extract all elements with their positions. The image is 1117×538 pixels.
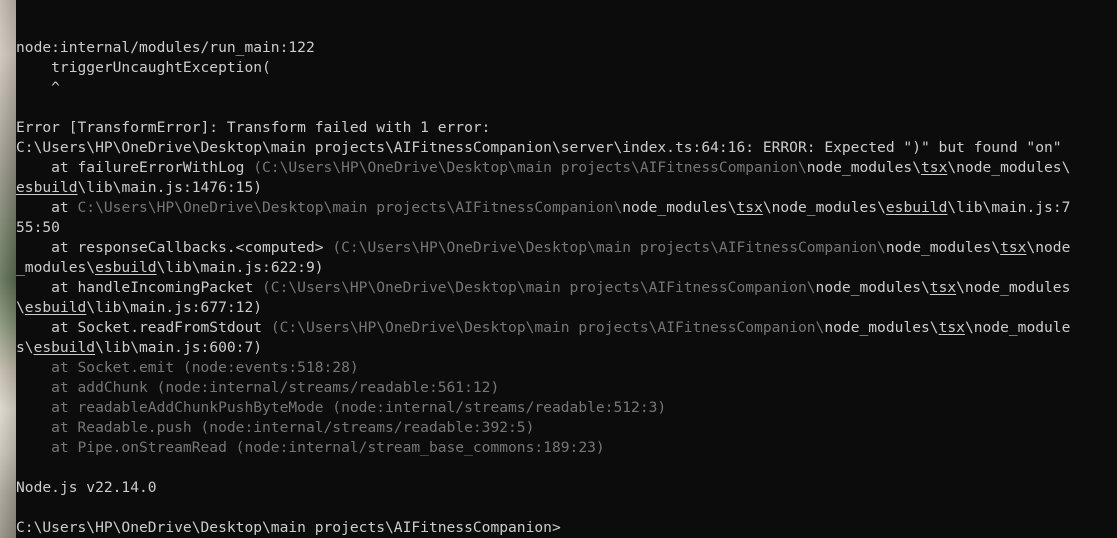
terminal-text: at failureErrorWithLog <box>16 159 254 176</box>
terminal-text: at addChunk (node:internal/streams/reada… <box>16 379 500 396</box>
terminal-line: ^ <box>16 78 1117 98</box>
path-link[interactable]: esbuild <box>886 199 948 216</box>
terminal-text: node_modules\ <box>885 239 1001 256</box>
terminal-line: _modules\esbuild\lib\main.js:622:9) <box>16 258 1117 278</box>
desktop-wallpaper <box>0 0 16 538</box>
terminal-text: \node_modules <box>956 279 1071 296</box>
terminal-text: \lib\main.js:600:7) <box>95 339 263 356</box>
terminal-line: esbuild\lib\main.js:1476:15) <box>16 178 1117 198</box>
terminal-line: node:internal/modules/run_main:122 <box>16 38 1117 58</box>
terminal-text: at responseCallbacks.<computed> <box>16 239 333 256</box>
terminal-line: at readableAddChunkPushByteMode (node:in… <box>16 398 1117 418</box>
terminal-text: node_modules\ <box>806 159 921 176</box>
terminal-line: at Pipe.onStreamRead (node:internal/stre… <box>16 438 1117 458</box>
terminal-text: \node_modules\ <box>947 159 1071 176</box>
terminal-text: (C:\Users\HP\OneDrive\Desktop\main proje… <box>262 279 816 296</box>
terminal-text: triggerUncaughtException( <box>16 59 271 76</box>
terminal-text: node_modules\ <box>824 319 939 336</box>
terminal-window[interactable]: node:internal/modules/run_main:122 trigg… <box>16 0 1117 538</box>
terminal-line: at Socket.emit (node:events:518:28) <box>16 358 1117 378</box>
terminal-line: C:\Users\HP\OneDrive\Desktop\main projec… <box>16 138 1117 158</box>
terminal-text: \lib\main.js:1476:15) <box>77 179 263 196</box>
path-link[interactable]: esbuild <box>95 259 157 276</box>
terminal-text: node_modules\ <box>622 199 737 216</box>
terminal-line: at Readable.push (node:internal/streams/… <box>16 418 1117 438</box>
path-link[interactable]: tsx <box>930 279 956 296</box>
terminal-text: _modules\ <box>16 259 96 276</box>
terminal-text: C:\Users\HP\OneDrive\Desktop\main projec… <box>16 139 1062 156</box>
terminal-line: Error [TransformError]: Transform failed… <box>16 118 1117 138</box>
terminal-text: at handleIncomingPacket <box>16 279 263 296</box>
terminal-text: node_modules\ <box>815 279 930 296</box>
terminal-text: at Socket.emit (node:events:518:28) <box>16 359 359 376</box>
desktop-screen: node:internal/modules/run_main:122 trigg… <box>0 0 1117 538</box>
terminal-line: at Socket.readFromStdout (C:\Users\HP\On… <box>16 318 1117 338</box>
terminal-text: at Readable.push (node:internal/streams/… <box>16 419 535 436</box>
terminal-text: \lib\main.js:677:12) <box>86 299 263 316</box>
terminal-text: ^ <box>16 79 60 96</box>
terminal-line: Node.js v22.14.0 <box>16 478 1117 498</box>
terminal-line: at C:\Users\HP\OneDrive\Desktop\main pro… <box>16 198 1117 218</box>
path-link[interactable]: esbuild <box>16 179 78 196</box>
terminal-line: 55:50 <box>16 218 1117 238</box>
path-link[interactable]: esbuild <box>25 299 87 316</box>
terminal-text: 55:50 <box>16 219 60 236</box>
terminal-line: at responseCallbacks.<computed> (C:\User… <box>16 238 1117 258</box>
terminal-text: at readableAddChunkPushByteMode (node:in… <box>16 399 667 416</box>
terminal-text: \ <box>16 299 25 316</box>
path-link[interactable]: tsx <box>939 319 965 336</box>
terminal-text: \node_modules\ <box>762 199 886 216</box>
terminal-output[interactable]: node:internal/modules/run_main:122 trigg… <box>16 38 1117 538</box>
terminal-text: (C:\Users\HP\OneDrive\Desktop\main proje… <box>332 239 886 256</box>
path-link[interactable]: tsx <box>921 159 947 176</box>
path-link[interactable]: tsx <box>737 199 763 216</box>
terminal-text: at <box>16 199 78 216</box>
terminal-text: Node.js v22.14.0 <box>16 479 157 496</box>
terminal-text: \node <box>1026 239 1071 256</box>
terminal-text: (C:\Users\HP\OneDrive\Desktop\main proje… <box>253 159 807 176</box>
command-prompt: C:\Users\HP\OneDrive\Desktop\main projec… <box>16 518 1117 538</box>
terminal-text: Error [TransformError]: Transform failed… <box>16 119 491 136</box>
terminal-text: s\ <box>16 339 34 356</box>
terminal-text: \lib\main.js:7 <box>947 199 1071 216</box>
terminal-line: at addChunk (node:internal/streams/reada… <box>16 378 1117 398</box>
terminal-text: at Pipe.onStreamRead (node:internal/stre… <box>16 439 605 456</box>
path-link[interactable]: esbuild <box>34 339 96 356</box>
terminal-line: \esbuild\lib\main.js:677:12) <box>16 298 1117 318</box>
terminal-text: \node_module <box>964 319 1071 336</box>
terminal-line: triggerUncaughtException( <box>16 58 1117 78</box>
terminal-text: (C:\Users\HP\OneDrive\Desktop\main proje… <box>270 319 825 336</box>
terminal-line: at handleIncomingPacket (C:\Users\HP\One… <box>16 278 1117 298</box>
terminal-line: at failureErrorWithLog (C:\Users\HP\OneD… <box>16 158 1117 178</box>
terminal-text: node:internal/modules/run_main:122 <box>16 39 315 56</box>
terminal-text: \lib\main.js:622:9) <box>156 259 324 276</box>
terminal-text: C:\Users\HP\OneDrive\Desktop\main projec… <box>77 199 623 216</box>
terminal-line: s\esbuild\lib\main.js:600:7) <box>16 338 1117 358</box>
path-link[interactable]: tsx <box>1000 239 1026 256</box>
terminal-text: C:\Users\HP\OneDrive\Desktop\main projec… <box>16 519 561 536</box>
terminal-text: at Socket.readFromStdout <box>16 319 271 336</box>
